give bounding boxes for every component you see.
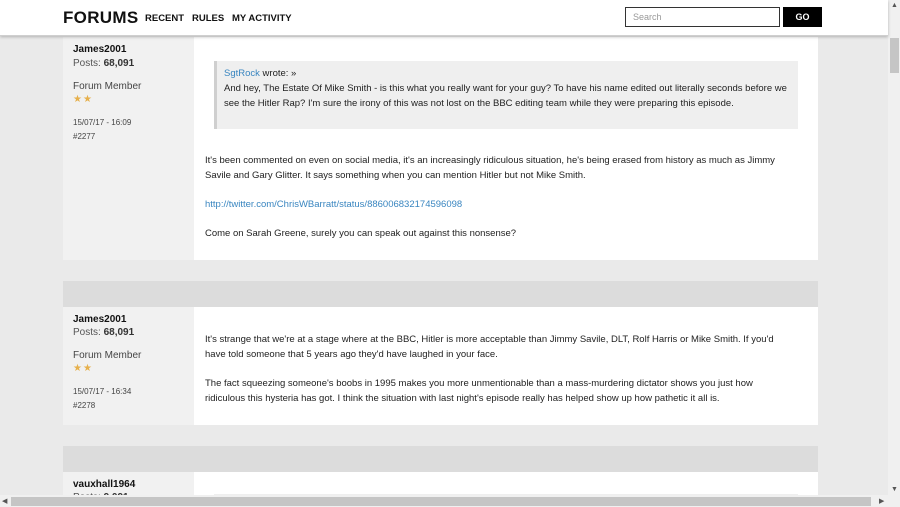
user-rank: Forum Member bbox=[73, 81, 142, 92]
quote-header: SgtRock wrote: » bbox=[224, 66, 790, 81]
top-nav-bar: FORUMS RECENT RULES MY ACTIVITY GO bbox=[0, 0, 888, 36]
scroll-right-icon[interactable]: ▶ bbox=[879, 497, 884, 505]
post-paragraph: The fact squeezing someone's boobs in 19… bbox=[205, 378, 753, 404]
post-2278: James2001 Posts: 68,091 Forum Member ★★ … bbox=[63, 281, 818, 425]
scroll-left-icon[interactable]: ◀ bbox=[2, 497, 7, 505]
search-input[interactable] bbox=[625, 7, 780, 27]
post-body: It's strange that we're at a stage where… bbox=[205, 332, 795, 406]
post-paragraph: It's strange that we're at a stage where… bbox=[205, 334, 774, 360]
posts-label: Posts: bbox=[73, 327, 104, 338]
posts-label: Posts: bbox=[73, 58, 104, 69]
scroll-down-icon[interactable]: ▼ bbox=[891, 486, 898, 493]
rank-stars-icon: ★★ bbox=[73, 94, 93, 105]
scroll-up-icon[interactable]: ▲ bbox=[891, 2, 898, 9]
posts-count-value: 68,091 bbox=[103, 327, 135, 338]
forums-logo[interactable]: FORUMS bbox=[63, 8, 138, 28]
post-paragraph: Come on Sarah Greene, surely you can spe… bbox=[205, 228, 517, 239]
quote-text: And hey, The Estate Of Mike Smith - is t… bbox=[224, 83, 787, 109]
post-number[interactable]: #2278 bbox=[73, 401, 95, 410]
post-author-panel bbox=[63, 37, 194, 260]
post-date: 15/07/17 - 16:09 bbox=[73, 118, 132, 127]
rank-stars-icon: ★★ bbox=[73, 363, 93, 374]
nav-my-activity[interactable]: MY ACTIVITY bbox=[232, 13, 292, 24]
post-paragraph: It's been commented on even on social me… bbox=[205, 155, 775, 181]
posts-count-value: 68,091 bbox=[103, 58, 135, 69]
post-link[interactable]: http://twitter.com/ChrisWBarratt/status/… bbox=[205, 197, 795, 212]
quote-author-link[interactable]: SgtRock bbox=[224, 68, 260, 79]
go-button[interactable]: GO bbox=[783, 7, 822, 27]
quote-block: SgtRock wrote: » And hey, The Estate Of … bbox=[214, 61, 798, 129]
quote-wrote-label[interactable]: wrote: » bbox=[260, 68, 297, 79]
post-header-band bbox=[63, 446, 818, 472]
vertical-scroll-thumb[interactable] bbox=[890, 38, 899, 73]
vertical-scrollbar[interactable] bbox=[888, 0, 900, 507]
post-count: Posts: 68,091 bbox=[73, 327, 134, 338]
post-header-band bbox=[63, 281, 818, 307]
post-username[interactable]: vauxhall1964 bbox=[73, 479, 135, 490]
post-number[interactable]: #2277 bbox=[73, 132, 95, 141]
post-count: Posts: 68,091 bbox=[73, 58, 134, 69]
post-username[interactable]: James2001 bbox=[73, 314, 126, 325]
post-date: 15/07/17 - 16:34 bbox=[73, 387, 132, 396]
horizontal-scroll-thumb[interactable] bbox=[11, 497, 871, 506]
post-body: It's been commented on even on social me… bbox=[205, 153, 795, 241]
post-2277: James2001 Posts: 68,091 Forum Member ★★ … bbox=[63, 37, 818, 260]
post-username[interactable]: James2001 bbox=[73, 44, 126, 55]
nav-rules[interactable]: RULES bbox=[192, 13, 224, 24]
user-rank: Forum Member bbox=[73, 350, 142, 361]
nav-recent[interactable]: RECENT bbox=[145, 13, 184, 24]
